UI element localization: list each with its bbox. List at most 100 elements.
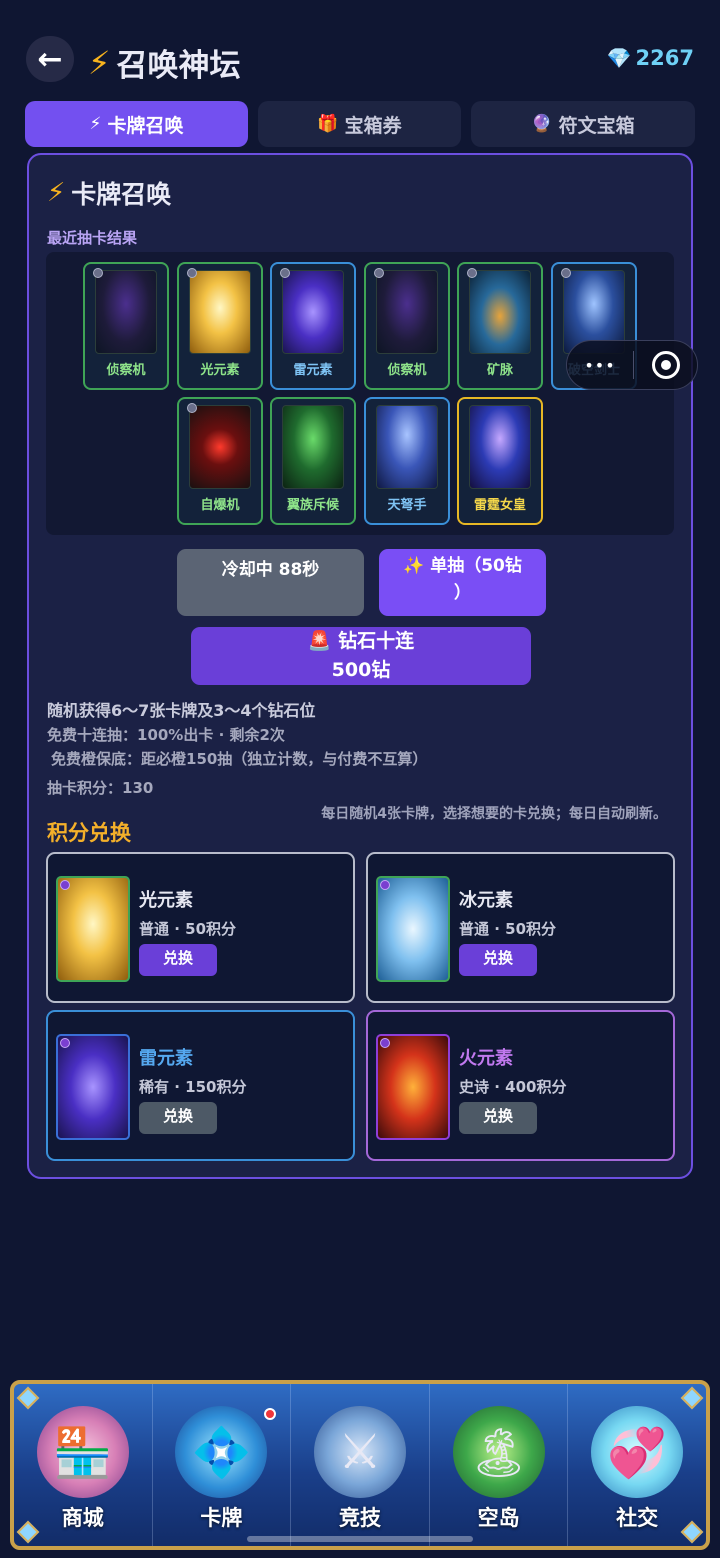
exchange-item-name: 雷元素 (139, 1048, 193, 1069)
tab-label: 符文宝箱 (558, 114, 635, 137)
floating-capsule: ••• (566, 340, 698, 390)
shop-icon: 🏪 (36, 1406, 129, 1498)
result-card[interactable]: 矿脉 (457, 262, 543, 390)
tab-rune-chest[interactable]: 🔮 符文宝箱 (471, 101, 695, 147)
exchange-item-name: 光元素 (139, 890, 193, 911)
page-title: 召唤神坛 (116, 48, 241, 84)
nav-sky-island[interactable]: 🏝 空岛 (430, 1384, 569, 1546)
sky-island-icon: 🏝 (452, 1406, 545, 1498)
notification-dot (264, 1408, 277, 1420)
recent-results-label: 最近抽卡结果 (47, 229, 138, 247)
result-card[interactable]: 侦察机 (83, 262, 169, 390)
record-icon[interactable] (652, 351, 680, 379)
panel-title-text: 卡牌召唤 (71, 180, 172, 209)
redeem-button[interactable]: 兑换 (139, 1102, 217, 1134)
nav-social[interactable]: 💞 社交 (568, 1384, 706, 1546)
result-card[interactable]: 侦察机 (364, 262, 450, 390)
rarity-gem-icon (187, 403, 197, 413)
card-art (95, 270, 157, 354)
tab-chest-ticket[interactable]: 🎁 宝箱券 (258, 101, 461, 147)
result-card[interactable]: 天弩手 (364, 397, 450, 525)
nav-shop[interactable]: 🏪 商城 (14, 1384, 153, 1546)
nav-label: 社交 (616, 1506, 659, 1530)
rarity-gem-icon (280, 268, 290, 278)
result-card[interactable]: 自爆机 (177, 397, 263, 525)
exchange-item-name: 冰元素 (459, 890, 513, 911)
card-art (469, 270, 531, 354)
tab-card-summon[interactable]: ⚡ 卡牌召唤 (25, 101, 248, 147)
draw-info: 随机获得6～7张卡牌及3～4个钻石位 (47, 701, 316, 720)
card-art (376, 405, 438, 489)
panel-title: ⚡ 卡牌召唤 (47, 175, 171, 211)
exchange-item-meta: 普通 · 50积分 (459, 920, 557, 938)
ten-draw-label: 钻石十连 (338, 630, 415, 652)
rarity-gem-icon (60, 1038, 70, 1048)
card-art (469, 405, 531, 489)
arrow-left-icon: ← (37, 41, 63, 77)
card-name: 翼族斥候 (286, 498, 339, 513)
card-name: 雷霆女皇 (473, 498, 526, 513)
redeem-button[interactable]: 兑换 (459, 1102, 537, 1134)
card-name: 侦察机 (387, 363, 427, 378)
card-name: 侦察机 (106, 363, 146, 378)
pity-info: 免费橙保底：距必橙150抽（独立计数，与付费不互算） (51, 750, 428, 768)
lightning-icon: ⚡ (89, 114, 102, 134)
free-ten-draw-info: 免费十连抽：100%出卡 · 剩余2次 (47, 726, 285, 744)
exchange-item-name: 火元素 (459, 1048, 513, 1069)
card-thumbnail (56, 1034, 130, 1140)
rarity-gem-icon (380, 880, 390, 890)
card-thumbnail (56, 876, 130, 982)
draw-points: 抽卡积分：130 (47, 779, 154, 797)
tab-bar: ⚡ 卡牌召唤 🎁 宝箱券 🔮 符文宝箱 (25, 101, 695, 147)
divider (633, 351, 634, 379)
exchange-item-meta: 普通 · 50积分 (139, 920, 237, 938)
rarity-gem-icon (380, 1038, 390, 1048)
header: ← ⚡ 召唤神坛 💎 2267 (0, 0, 720, 100)
siren-icon: 🚨 (307, 630, 332, 652)
nav-cards[interactable]: 💠 卡牌 (153, 1384, 292, 1546)
result-card[interactable]: 光元素 (177, 262, 263, 390)
redeem-button[interactable]: 兑换 (459, 944, 537, 976)
card-art (376, 270, 438, 354)
card-thumbnail (376, 1034, 450, 1140)
exchange-title: 积分兑换 (47, 821, 131, 845)
card-art (189, 270, 251, 354)
rarity-gem-icon (93, 268, 103, 278)
page-title-group: ⚡ 召唤神坛 (88, 40, 240, 85)
summon-panel: ⚡ 卡牌召唤 最近抽卡结果 侦察机 光元素 雷元素 侦察机 矿脉 自爆机 翼族斥… (27, 153, 693, 1179)
rarity-gem-icon (374, 268, 384, 278)
card-name: 天弩手 (387, 498, 427, 513)
redeem-button[interactable]: 兑换 (139, 944, 217, 976)
rarity-gem-icon (561, 268, 571, 278)
rarity-gem-icon (60, 880, 70, 890)
gem-count: 2267 (635, 46, 694, 70)
single-draw-label: ✨ 单抽（50钻 ） (403, 556, 522, 603)
rarity-gem-icon (467, 268, 477, 278)
back-button[interactable]: ← (26, 36, 74, 82)
card-name: 自爆机 (200, 498, 240, 513)
ten-draw-price: 500钻 (331, 659, 391, 681)
rarity-gem-icon (187, 268, 197, 278)
card-art (189, 405, 251, 489)
cooldown-button[interactable]: 冷却中 88秒 (177, 549, 364, 616)
nav-label: 空岛 (477, 1506, 520, 1530)
ten-draw-button[interactable]: 🚨 钻石十连 500钻 (191, 627, 531, 685)
result-card[interactable]: 雷元素 (270, 262, 356, 390)
result-card[interactable]: 翼族斥候 (270, 397, 356, 525)
tab-label: 卡牌召唤 (107, 114, 184, 137)
tab-label: 宝箱券 (344, 114, 402, 137)
social-icon: 💞 (591, 1406, 684, 1498)
nav-arena[interactable]: ⚔ 竞技 (291, 1384, 430, 1546)
recent-results-grid: 侦察机 光元素 雷元素 侦察机 矿脉 破空剑士 (46, 252, 674, 535)
home-indicator (247, 1536, 473, 1542)
exchange-item: 雷元素 稀有 · 150积分 兑换 (46, 1010, 355, 1161)
single-draw-button[interactable]: ✨ 单抽（50钻 ） (379, 549, 546, 616)
card-name: 雷元素 (293, 363, 333, 378)
exchange-item: 火元素 史诗 · 400积分 兑换 (366, 1010, 675, 1161)
exchange-item: 冰元素 普通 · 50积分 兑换 (366, 852, 675, 1003)
gift-icon: 🎁 (317, 114, 339, 134)
gem-balance: 💎 2267 (607, 46, 694, 70)
card-name: 光元素 (200, 363, 240, 378)
result-card[interactable]: 雷霆女皇 (457, 397, 543, 525)
more-menu-button[interactable]: ••• (567, 356, 633, 375)
